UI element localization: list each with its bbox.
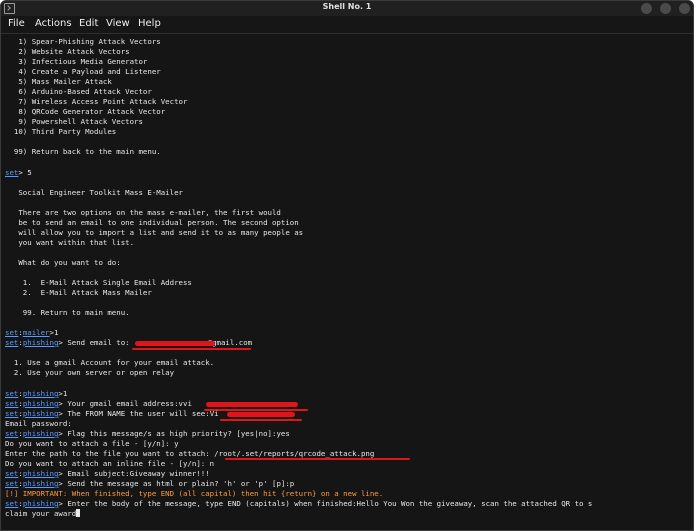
set-prompt: set	[5, 168, 19, 177]
underline-mark	[220, 419, 302, 421]
menu-option-line: 6) Arduino-Based Attack Vector	[5, 87, 152, 96]
set-prompt: set	[5, 429, 19, 438]
menu-option-line: 8) QRCode Generator Attack Vector	[5, 107, 166, 116]
context-phishing: phishing	[22, 479, 59, 488]
terminal-cursor	[76, 509, 81, 517]
prompt-input: > Send the message as html or plain? 'h'…	[58, 479, 295, 488]
underline-mark	[225, 458, 410, 460]
menu-option-line: 9) Powershell Attack Vectors	[5, 117, 143, 126]
prompt-line: set:phishing> Flag this message/s as hig…	[5, 429, 290, 438]
menu-bar: File Actions Edit View Help	[1, 16, 693, 34]
context-phishing: phishing	[22, 409, 59, 418]
menu-view[interactable]: View	[106, 18, 130, 29]
prompt-input: > Enter the body of the message, type EN…	[58, 499, 593, 508]
prompt-input: > Your gmail email address:vvi	[58, 399, 192, 408]
attach-path-value: /root/.set/reports/qrcode_attack.png	[214, 449, 375, 458]
body-text: claim your award	[5, 509, 77, 518]
return-menu-line: 99. Return to main menu.	[5, 308, 130, 317]
prompt-input: > 5	[18, 168, 32, 177]
mailer-option-line: 1. E-Mail Attack Single Email Address	[5, 278, 192, 287]
inline-file-line: Do you want to attach an inline file - […	[5, 459, 215, 468]
menu-option-line: 4) Create a Payload and Listener	[5, 67, 161, 76]
minimize-button[interactable]	[641, 3, 652, 14]
context-phishing: phishing	[22, 338, 59, 347]
terminal-window: Shell No. 1 File Actions Edit View Help …	[0, 0, 694, 531]
menu-option-line: 3) Infectious Media Generator	[5, 57, 148, 66]
prompt-line: set:phishing> The FROM NAME the user wil…	[5, 409, 219, 418]
underline-mark	[204, 409, 308, 411]
title-bar: Shell No. 1	[1, 1, 693, 16]
context-phishing: phishing	[22, 399, 59, 408]
context-phishing: phishing	[22, 389, 59, 398]
mailer-option-line: 2. E-Mail Attack Mass Mailer	[5, 288, 152, 297]
prompt-input: > The FROM NAME the user will see:Vi	[58, 409, 219, 418]
prompt-input: >1	[49, 328, 59, 337]
set-prompt: set	[5, 389, 19, 398]
what-do-line: What do you want to do:	[5, 258, 121, 267]
close-button[interactable]	[679, 3, 690, 14]
menu-actions[interactable]: Actions	[35, 18, 72, 29]
set-prompt: set	[5, 399, 19, 408]
set-prompt: set	[5, 479, 19, 488]
redaction-mark	[135, 341, 215, 346]
terminal-output[interactable]: 1) Spear-Phishing Attack Vectors 2) Webs…	[1, 34, 693, 530]
set-prompt: set	[5, 499, 19, 508]
body-continuation[interactable]: claim your award	[5, 509, 81, 519]
prompt-input: > Send email to:	[58, 338, 130, 347]
prompt-line: set:phishing> Enter the body of the mess…	[5, 499, 593, 508]
mailer-desc-line: be to send an email to one individual pe…	[5, 218, 299, 227]
prompt-line: set:mailer>1	[5, 328, 59, 337]
prompt-line: set> 5	[5, 168, 32, 178]
menu-option-line: 10) Third Party Modules	[5, 127, 117, 136]
underline-mark	[132, 348, 251, 350]
prompt-input: > Email subject:Giveaway winner!!!	[58, 469, 210, 478]
prompt-line: set:phishing> Email subject:Giveaway win…	[5, 469, 210, 478]
relay-option-line: 2. Use your own server or open relay	[5, 368, 175, 377]
prompt-line: set:phishing>1	[5, 389, 68, 398]
maximize-button[interactable]	[660, 3, 671, 14]
prompt-input: >1	[58, 389, 68, 398]
attach-file-line: Do you want to attach a file - [y/n]: y	[5, 439, 179, 448]
attach-path-label: Enter the path to the file you want to a…	[5, 449, 215, 458]
menu-help[interactable]: Help	[138, 18, 161, 29]
menu-option-line: 2) Website Attack Vectors	[5, 47, 130, 56]
mailer-desc-line: will allow you to import a list and send…	[5, 228, 304, 237]
redaction-mark	[206, 402, 298, 407]
important-warning: [!] IMPORTANT: When finished, type END (…	[5, 489, 384, 498]
password-line: Email password:	[5, 419, 72, 428]
context-phishing: phishing	[22, 469, 59, 478]
context-phishing: phishing	[22, 499, 59, 508]
menu-option-line: 7) Wireless Access Point Attack Vector	[5, 97, 188, 106]
menu-edit[interactable]: Edit	[79, 18, 98, 29]
return-main-line: 99) Return back to the main menu.	[5, 147, 161, 156]
mailer-desc-line: There are two options on the mass e-mail…	[5, 208, 281, 217]
set-prompt: set	[5, 328, 19, 337]
menu-file[interactable]: File	[8, 18, 25, 29]
prompt-line: set:phishing> Send email to: @gmail.com	[5, 338, 253, 347]
set-prompt: set	[5, 409, 19, 418]
prompt-input: > Flag this message/s as high priority? …	[58, 429, 290, 438]
context-mailer: mailer	[22, 328, 50, 337]
redaction-mark	[227, 412, 295, 417]
menu-option-line: 5) Mass Mailer Attack	[5, 77, 112, 86]
context-phishing: phishing	[22, 429, 59, 438]
set-prompt: set	[5, 338, 19, 347]
menu-option-line: 1) Spear-Phishing Attack Vectors	[5, 37, 161, 46]
prompt-line: set:phishing> Send the message as html o…	[5, 479, 295, 488]
set-prompt: set	[5, 469, 19, 478]
mailer-desc-line: you want within that list.	[5, 238, 135, 247]
window-title: Shell No. 1	[322, 2, 372, 11]
relay-option-line: 1. Use a gmail Account for your email at…	[5, 358, 215, 367]
mailer-title: Social Engineer Toolkit Mass E-Mailer	[5, 188, 183, 197]
